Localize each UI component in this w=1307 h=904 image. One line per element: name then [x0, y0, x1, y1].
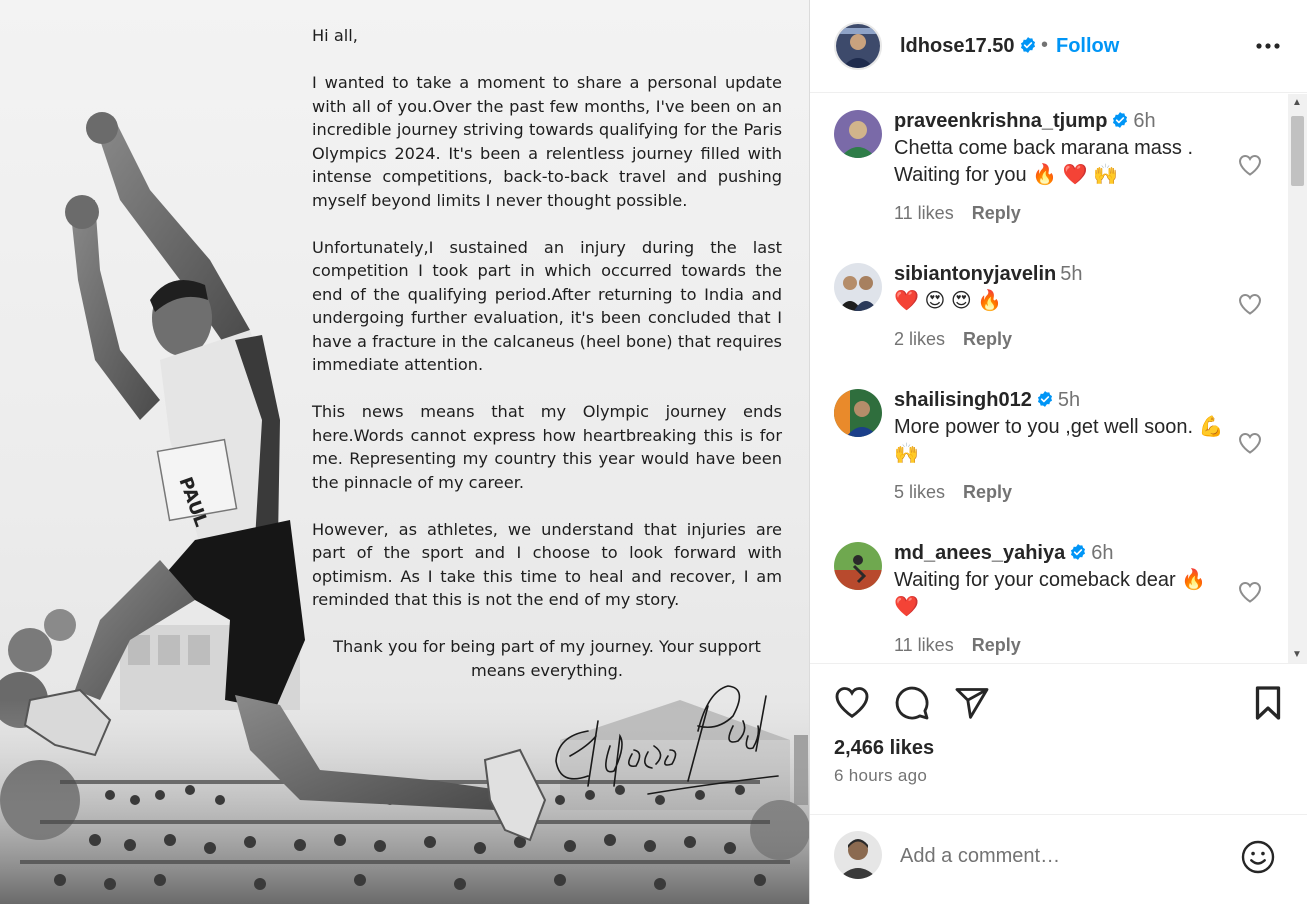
emoji-icon[interactable] [1240, 839, 1276, 875]
comment-item: md_anees_yahiya 6h Waiting for your comeb… [810, 542, 1280, 663]
verified-badge-icon [1020, 37, 1035, 53]
scrollbar-thumb[interactable] [1291, 116, 1304, 186]
verified-badge-icon [1113, 112, 1128, 128]
heart-icon[interactable] [1238, 154, 1262, 176]
likes-count[interactable]: 2,466 likes [834, 737, 934, 760]
comment-input[interactable] [900, 839, 1220, 873]
reply-button[interactable]: Reply [972, 203, 1021, 223]
commenter-avatar[interactable] [834, 110, 882, 158]
author-username-text[interactable]: ldhose17.50 [900, 35, 1015, 57]
letter-paragraph-1: I wanted to take a moment to share a per… [312, 73, 782, 210]
author-avatar[interactable] [834, 22, 882, 70]
comment-username[interactable]: sibiantonyjavelin [894, 263, 1056, 285]
heart-icon[interactable] [1238, 432, 1262, 454]
comments-scrollbar[interactable]: ▲ ▼ [1288, 94, 1307, 663]
comment-body: shailisingh012 5h More power to you ,get … [894, 389, 1234, 503]
letter-paragraph-3: This news means that my Olympic journey … [312, 402, 782, 492]
comment-likes[interactable]: 11 likes [894, 203, 954, 223]
comment-item: shailisingh012 5h More power to you ,get … [810, 389, 1280, 519]
comment-likes[interactable]: 11 likes [894, 635, 954, 655]
post-timestamp: 6 hours ago [834, 766, 928, 785]
comment-item: sibiantonyjavelin 5h ❤️ 😍 😍 🔥 2 likes Repl… [810, 263, 1280, 373]
share-icon[interactable] [954, 685, 990, 721]
comment-item: praveenkrishna_tjump 6h Chetta come back … [810, 110, 1280, 250]
heart-icon[interactable] [834, 685, 870, 719]
verified-badge-icon [1037, 391, 1052, 407]
comment-username[interactable]: md_anees_yahiya [894, 542, 1065, 564]
scroll-up-icon[interactable]: ▲ [1292, 97, 1302, 108]
comment-text: More power to you ,get well soon. 💪 🙌 [894, 416, 1224, 465]
comment-meta: 11 likes Reply [894, 635, 1234, 656]
current-user-avatar [834, 831, 882, 879]
post-media[interactable]: PAUL Hi all, I wanted to take a moment t… [0, 0, 810, 904]
commenter-avatar[interactable] [834, 542, 882, 590]
comment-meta: 11 likes Reply [894, 203, 1234, 224]
header-separator: • [1041, 34, 1049, 56]
comment-text: Waiting for your comeback dear 🔥 ❤️ [894, 569, 1207, 618]
verified-badge-icon [1071, 544, 1086, 560]
comment-time: 6h [1133, 110, 1156, 132]
announcement-letter: Hi all, I wanted to take a moment to sha… [312, 24, 782, 682]
comment-time: 6h [1091, 542, 1114, 564]
follow-button[interactable]: Follow [1056, 35, 1119, 58]
reply-button[interactable]: Reply [963, 329, 1012, 349]
comment-username[interactable]: praveenkrishna_tjump [894, 110, 1107, 132]
scroll-down-icon[interactable]: ▼ [1292, 649, 1302, 660]
comment-likes[interactable]: 2 likes [894, 329, 945, 349]
add-comment-bar [810, 814, 1307, 904]
commenter-avatar[interactable] [834, 263, 882, 311]
comment-meta: 2 likes Reply [894, 329, 1234, 350]
comments-list[interactable]: praveenkrishna_tjump 6h Chetta come back … [810, 94, 1307, 664]
comment-body: md_anees_yahiya 6h Waiting for your comeb… [894, 542, 1234, 656]
heart-icon[interactable] [1238, 293, 1262, 315]
post-actions [810, 680, 1307, 730]
commenter-avatar[interactable] [834, 389, 882, 437]
comment-icon[interactable] [894, 685, 930, 721]
letter-paragraph-2: Unfortunately,I sustained an injury duri… [312, 237, 782, 375]
comment-username[interactable]: shailisingh012 [894, 389, 1032, 411]
heart-icon[interactable] [1238, 581, 1262, 603]
letter-thanks: Thank you for being part of my journey. … [333, 637, 761, 680]
letter-paragraph-4: However, as athletes, we understand that… [312, 519, 782, 610]
comment-time: 5h [1057, 389, 1081, 411]
comment-text: Chetta come back marana mass . Waiting f… [894, 137, 1194, 186]
more-icon[interactable] [1255, 36, 1281, 56]
comment-text: ❤️ 😍 😍 🔥 [894, 290, 1003, 312]
comment-body: praveenkrishna_tjump 6h Chetta come back … [894, 110, 1234, 224]
letter-greeting: Hi all, [312, 26, 358, 45]
post-header: ldhose17.50 • Follow [810, 0, 1307, 93]
bookmark-icon[interactable] [1252, 685, 1284, 721]
comment-meta: 5 likes Reply [894, 482, 1234, 503]
handwritten-signature [555, 685, 779, 795]
comment-likes[interactable]: 5 likes [894, 482, 945, 502]
author-username[interactable]: ldhose17.50 [900, 35, 1037, 58]
comment-body: sibiantonyjavelin 5h ❤️ 😍 😍 🔥 2 likes Repl… [894, 263, 1234, 350]
comment-time: 5h [1060, 263, 1083, 285]
reply-button[interactable]: Reply [963, 482, 1012, 502]
reply-button[interactable]: Reply [972, 635, 1021, 655]
post-sidebar: ldhose17.50 • Follow praveenkrishna_tjum… [810, 0, 1307, 904]
